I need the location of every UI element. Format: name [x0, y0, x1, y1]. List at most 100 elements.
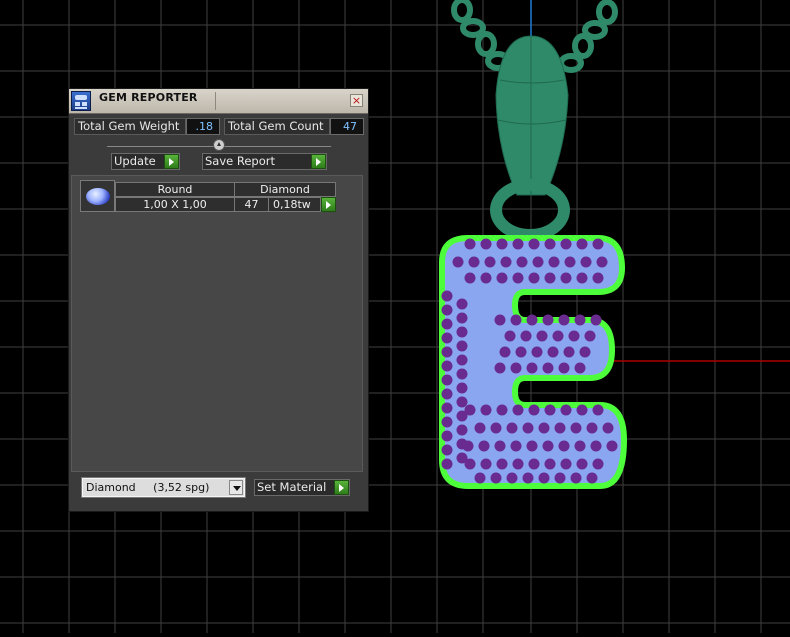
green-arrow-icon[interactable]: [321, 197, 336, 212]
gem-stone: [506, 472, 518, 484]
gem-stone: [456, 326, 468, 338]
gem-stone: [526, 440, 538, 452]
gem-stone: [496, 458, 508, 470]
green-arrow-icon[interactable]: [334, 480, 349, 495]
gem-stone: [528, 458, 540, 470]
gem-stone: [564, 256, 576, 268]
gem-stone: [441, 416, 453, 428]
gem-stone: [464, 458, 476, 470]
gem-stone: [441, 290, 453, 302]
total-gem-count-value: 47: [330, 118, 364, 135]
green-arrow-icon[interactable]: [311, 154, 326, 169]
gem-stone: [584, 330, 596, 342]
save-report-button-label: Save Report: [205, 154, 276, 168]
gem-stone: [522, 472, 534, 484]
gem-stone: [480, 458, 492, 470]
gem-stone: [558, 362, 570, 374]
gem-stone: [590, 440, 602, 452]
gem-stone: [478, 440, 490, 452]
gem-stone: [528, 272, 540, 284]
gem-stone: [441, 332, 453, 344]
gem-stone: [441, 346, 453, 358]
gem-stone: [441, 402, 453, 414]
gem-stone: [456, 298, 468, 310]
gem-stone: [542, 362, 554, 374]
gem-stone: [531, 346, 543, 358]
update-button-label: Update: [114, 154, 156, 168]
gem-stone: [592, 272, 604, 284]
gem-stone: [504, 330, 516, 342]
gem-stone: [510, 440, 522, 452]
gem-stone: [528, 404, 540, 416]
panel-titlebar[interactable]: GEM REPORTER ×: [69, 89, 368, 114]
slider-handle[interactable]: [213, 139, 225, 151]
gem-stone: [494, 314, 506, 326]
gem-stone: [512, 458, 524, 470]
gem-stone: [520, 330, 532, 342]
gem-stone: [568, 330, 580, 342]
gem-stone: [536, 330, 548, 342]
gem-stone: [579, 346, 591, 358]
chevron-down-icon[interactable]: [229, 480, 243, 495]
gem-stone: [590, 314, 602, 326]
gem-list[interactable]: Round Diamond 1,00 X 1,00 47 0,18tw: [71, 175, 363, 472]
gem-stone: [602, 422, 614, 434]
gem-stone: [592, 238, 604, 250]
gem-stone: [462, 440, 474, 452]
gem-stone: [512, 238, 524, 250]
gem-stone: [441, 304, 453, 316]
gem-stone: [512, 404, 524, 416]
gem-shape-cell: Round: [115, 182, 235, 197]
gem-stone: [496, 404, 508, 416]
gem-stone: [441, 458, 453, 470]
gem-stone: [441, 360, 453, 372]
gem-stone: [464, 272, 476, 284]
material-dropdown[interactable]: Diamond (3,52 spg): [81, 477, 246, 498]
update-button[interactable]: Update: [111, 153, 180, 170]
gem-stone: [506, 422, 518, 434]
gem-weight-cell: 0,18tw: [268, 197, 321, 212]
gem-count-cell: 47: [234, 197, 269, 212]
gem-stone: [560, 238, 572, 250]
gem-stone: [496, 238, 508, 250]
gem-stone: [456, 396, 468, 408]
gem-stone: [538, 472, 550, 484]
gem-stone: [532, 256, 544, 268]
gem-stone: [480, 404, 492, 416]
gem-stone: [510, 314, 522, 326]
total-gem-count-label: Total Gem Count: [224, 118, 330, 135]
gem-stone: [456, 382, 468, 394]
set-material-button[interactable]: Set Material: [254, 479, 350, 496]
green-arrow-icon[interactable]: [164, 154, 179, 169]
gem-material-cell: Diamond: [234, 182, 336, 197]
gem-stone: [558, 440, 570, 452]
gem-stone: [441, 444, 453, 456]
gem-stone: [563, 346, 575, 358]
gem-stone: [576, 238, 588, 250]
gem-stone: [522, 422, 534, 434]
gem-stone: [544, 238, 556, 250]
gem-stone: [576, 404, 588, 416]
gem-stone: [456, 340, 468, 352]
titlebar-divider: [215, 92, 216, 110]
close-icon[interactable]: ×: [350, 94, 363, 107]
gem-stone: [554, 472, 566, 484]
total-gem-weight-label: Total Gem Weight: [74, 118, 186, 135]
gem-stone: [468, 256, 480, 268]
gem-stone: [490, 472, 502, 484]
round-diamond-icon[interactable]: [80, 180, 115, 212]
gem-stone: [456, 354, 468, 366]
save-report-button[interactable]: Save Report: [202, 153, 327, 170]
gem-stone: [586, 422, 598, 434]
gem-stone: [552, 330, 564, 342]
gem-stone: [464, 404, 476, 416]
gem-stone: [441, 374, 453, 386]
gem-stone: [542, 440, 554, 452]
gem-stone: [544, 272, 556, 284]
gem-stone: [441, 430, 453, 442]
gem-stone: [586, 472, 598, 484]
gem-stone: [576, 272, 588, 284]
gem-stone: [496, 272, 508, 284]
gem-stone: [516, 256, 528, 268]
gem-stone: [558, 314, 570, 326]
